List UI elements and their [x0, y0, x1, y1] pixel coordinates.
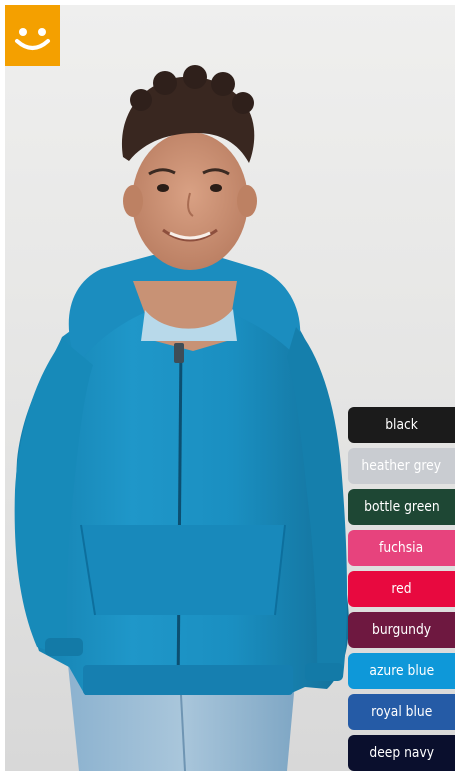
color-swatch-red[interactable]: red [348, 571, 455, 607]
color-swatch-burgundy[interactable]: burgundy [348, 612, 455, 648]
swatch-label-azure-blue: azure blue [369, 663, 434, 679]
color-swatch-azure-blue[interactable]: azure blue [348, 653, 455, 689]
product-photo: black heather grey bottle green fuchsia … [5, 5, 455, 771]
swatch-label-black: black [385, 417, 418, 433]
color-swatch-royal-blue[interactable]: royal blue [348, 694, 455, 730]
swatch-label-burgundy: burgundy [371, 622, 432, 638]
swatch-label-red: red [391, 581, 412, 597]
color-swatch-fuchsia[interactable]: fuchsia [348, 530, 455, 566]
color-swatch-deep-navy[interactable]: deep navy [348, 735, 455, 771]
product-card: black heather grey bottle green fuchsia … [0, 0, 455, 771]
smiley-logo-icon [5, 5, 60, 66]
swatch-label-deep-navy: deep navy [369, 745, 434, 761]
swatch-label-bottle-green: bottle green [363, 499, 440, 515]
color-swatch-black[interactable]: black [348, 407, 455, 443]
swatch-label-fuchsia: fuchsia [379, 540, 424, 556]
color-swatch-heather-grey[interactable]: heather grey [348, 448, 455, 484]
swatch-label-heather-grey: heather grey [361, 458, 442, 474]
swatch-label-royal-blue: royal blue [370, 704, 433, 720]
color-swatch-list: black heather grey bottle green fuchsia … [348, 407, 455, 771]
color-swatch-bottle-green[interactable]: bottle green [348, 489, 455, 525]
